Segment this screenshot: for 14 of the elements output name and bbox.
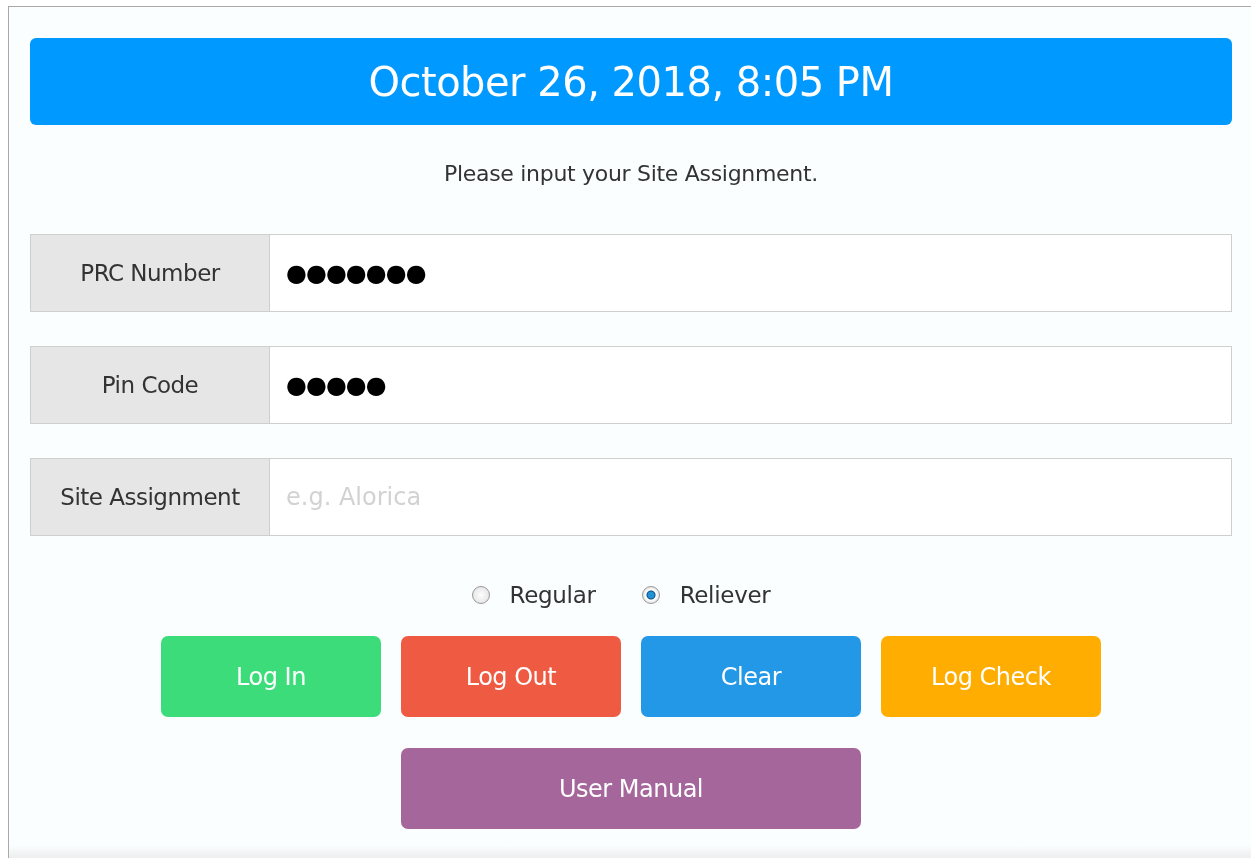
field-label: Site Assignment	[60, 484, 240, 510]
radio-label[interactable]: Reliever	[679, 582, 771, 608]
field-label: Pin Code	[101, 372, 199, 398]
action-button[interactable]: Clear	[641, 636, 861, 717]
radio-label[interactable]: Regular	[509, 582, 596, 608]
input-field[interactable]: ●●●●●	[270, 346, 1232, 424]
date-time-text: October 26, 2018, 8:05 PM	[368, 58, 894, 105]
radio-button[interactable]	[641, 586, 660, 604]
input-field[interactable]: ●●●●●●●	[270, 234, 1232, 312]
field-label: PRC Number	[80, 260, 220, 286]
instruction-text: Please input your Site Assignment.	[444, 161, 818, 186]
action-button[interactable]: User Manual	[401, 748, 861, 829]
radio-button[interactable]	[471, 586, 490, 604]
action-button[interactable]: Log Out	[401, 636, 621, 717]
